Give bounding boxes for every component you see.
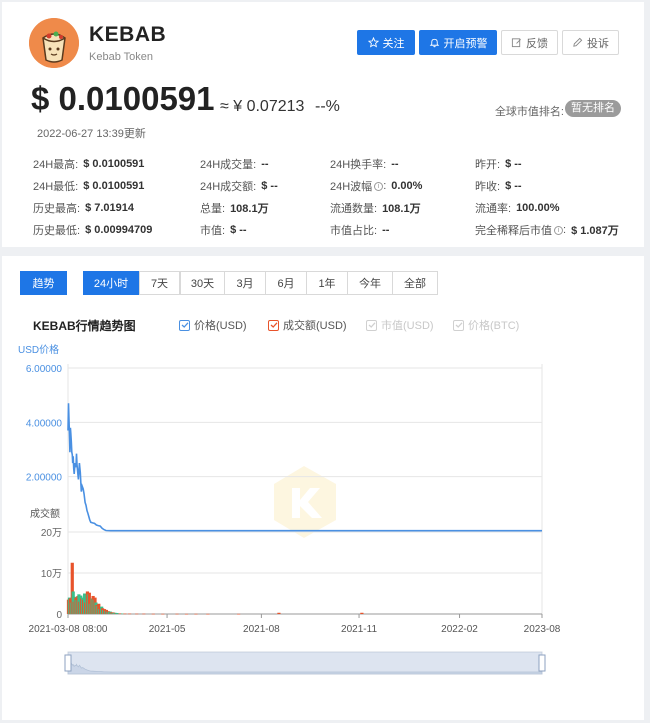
stat-total-supply: 总量: 108.1万 — [200, 203, 269, 215]
stat-24h-amount: 24H成交额: $ -- — [200, 180, 278, 193]
x-tick-label: 2021-03-08 08:00 — [29, 624, 108, 635]
stat-24h-turnover: 24H换手率: -- — [330, 158, 399, 171]
volume-bar — [194, 613, 198, 615]
bell-icon — [429, 38, 439, 48]
volume-axis-label: 成交额 — [30, 507, 60, 520]
feedback-button[interactable]: 反馈 — [501, 30, 558, 55]
price-tick-label: 6.00000 — [26, 364, 63, 375]
stat-circulating: 流通数量: 108.1万 — [330, 203, 421, 215]
volume-bar — [277, 612, 281, 614]
pencil-icon — [573, 37, 583, 47]
follow-button[interactable]: 关注 — [357, 30, 415, 55]
volume-bar — [142, 613, 146, 615]
stat-circulation-rate: 流通率: 100.00% — [475, 202, 560, 215]
complaint-button-label: 投诉 — [587, 37, 609, 50]
stat-24h-low: 24H最低: $ 0.0100591 — [33, 180, 145, 193]
coin-full-name: Kebab Token — [89, 51, 154, 63]
info-icon[interactable]: i — [554, 225, 563, 235]
x-tick-label: 2022-02 — [441, 624, 478, 635]
zoom-slider-selection — [68, 652, 542, 674]
volume-tick-label: 20万 — [41, 528, 62, 539]
coin-symbol: KEBAB — [89, 23, 167, 46]
coin-header-card: KEBAB Kebab Token 关注 开启预警 反馈 投诉 $ 0.0100… — [2, 2, 644, 247]
rank-badge: 暂无排名 — [565, 100, 621, 117]
feedback-button-label: 反馈 — [526, 37, 548, 50]
volume-bar — [175, 613, 179, 615]
volume-bar — [123, 613, 127, 615]
info-icon[interactable]: i — [374, 181, 384, 191]
stat-atl: 历史最低: $ 0.00994709 — [33, 224, 153, 237]
star-icon — [367, 37, 379, 48]
price-usd: $ 0.0100591 — [31, 80, 215, 117]
volume-tick-label: 10万 — [41, 569, 62, 580]
volume-bar — [128, 613, 132, 615]
stat-ath: 历史最高: $ 7.01914 — [33, 202, 134, 215]
chart-card: 趋势 24小时 7天 30天 3月 6月 1年 今年 全部 KEBAB行情趋势图… — [2, 256, 644, 720]
stat-market-cap: 市值: $ -- — [200, 224, 247, 237]
volume-bar — [184, 613, 189, 615]
price-tick-label: 2.00000 — [26, 473, 63, 484]
stat-fdv: 完全稀释后市值 i: $ 1.087万 — [475, 224, 619, 237]
stat-prev-close: 昨收: $ -- — [475, 180, 522, 193]
x-tick-label: 2023-08 — [524, 624, 561, 635]
zoom-handle-right[interactable] — [538, 654, 546, 672]
volume-bar — [135, 613, 139, 615]
volume-tick-label: 0 — [56, 610, 62, 621]
price-cny: ≈ ¥ 0.07213 — [220, 98, 305, 115]
kebab-wrap-icon — [29, 18, 79, 68]
volume-bar — [161, 613, 165, 615]
alert-button[interactable]: 开启预警 — [419, 30, 497, 55]
price-chart[interactable]: 6.00000 4.00000 2.00000 20万 10万 0 USD价格成交额 2021… — [2, 256, 644, 720]
price-tick-label: 4.00000 — [26, 418, 63, 429]
volume-bar — [237, 613, 241, 615]
complaint-button[interactable]: 投诉 — [562, 30, 619, 55]
follow-button-label: 关注 — [382, 37, 405, 50]
price-axis-label: USD价格 — [18, 343, 59, 356]
x-tick-label: 2021-05 — [149, 624, 186, 635]
stat-prev-open: 昨开: $ -- — [475, 158, 522, 171]
stat-24h-amplitude: 24H波幅 i:0.00% — [330, 180, 423, 193]
rank-label: 全球市值排名: — [494, 106, 564, 118]
stat-market-share: 市值占比: -- — [330, 224, 390, 237]
volume-bar — [360, 612, 364, 614]
x-tick-label: 2021-08 — [243, 624, 280, 635]
stat-24h-high: 24H最高: $ 0.0100591 — [33, 158, 145, 171]
zoom-handle-left[interactable] — [64, 654, 72, 672]
alert-button-label: 开启预警 — [443, 37, 488, 50]
volume-bar — [151, 613, 155, 615]
x-tick-label: 2021-11 — [341, 624, 377, 635]
edit-icon — [511, 38, 521, 48]
update-time: 2022-06-27 13:39更新 — [37, 128, 146, 140]
stat-24h-volume: 24H成交量: -- — [200, 158, 269, 171]
price-change: --% — [315, 98, 340, 115]
volume-bar — [206, 613, 210, 615]
